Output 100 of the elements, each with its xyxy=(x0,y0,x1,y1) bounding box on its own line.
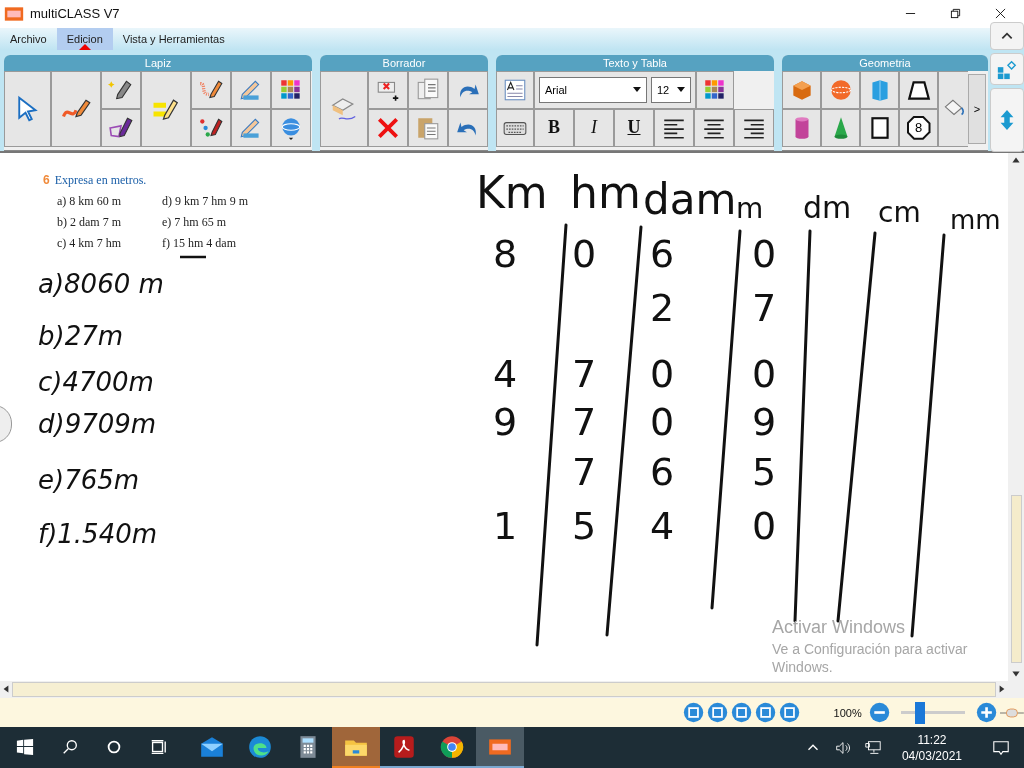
handwritten-answer: d)9709m xyxy=(38,410,157,437)
magic-pen-button[interactable] xyxy=(101,70,141,109)
resize-button[interactable] xyxy=(990,87,1024,152)
exercise-number: 6 xyxy=(43,172,50,188)
align-right-button[interactable] xyxy=(734,108,774,147)
dotted-pen-button[interactable] xyxy=(191,70,231,109)
handwritten-digit: 8 xyxy=(493,234,518,273)
clock-time: 11:22 xyxy=(917,731,947,748)
group-title: Borrador xyxy=(320,54,488,71)
handwritten-answer: f)1.540m xyxy=(38,520,158,547)
octagon-button[interactable]: 8 xyxy=(899,108,938,147)
font-size-dropdown[interactable]: 12 xyxy=(651,76,691,103)
exercise-item: c) 4 km 7 hm xyxy=(57,234,122,252)
taskbar-app[interactable] xyxy=(476,727,524,768)
menu-tab[interactable]: Vista y Herramientas xyxy=(112,27,235,50)
notification-icon[interactable] xyxy=(992,738,1010,757)
scrollbar-thumb[interactable] xyxy=(1010,494,1022,663)
slider-thumb[interactable] xyxy=(915,701,926,724)
network-icon[interactable] xyxy=(863,738,882,757)
cube-button[interactable] xyxy=(782,70,821,109)
polygon-pen-button[interactable] xyxy=(101,108,141,147)
document-icon xyxy=(391,733,417,760)
scroll-right-button[interactable]: > xyxy=(968,73,986,144)
exercise-title: Expresa en metros. xyxy=(54,172,147,188)
handwritten-digit: 0 xyxy=(572,234,597,273)
handwritten-answer: e)765m xyxy=(38,466,140,493)
menu-tab[interactable]: Edicion xyxy=(56,27,113,50)
exercise-item: b) 2 dam 7 m xyxy=(57,213,122,231)
undo-button[interactable] xyxy=(448,108,488,147)
group-title: Geometria xyxy=(782,54,988,71)
underline-button[interactable]: U xyxy=(614,108,654,147)
column-heading: m xyxy=(736,194,764,223)
column-heading: mm xyxy=(950,206,1001,233)
paste-button[interactable] xyxy=(408,108,448,147)
vertical-scrollbar[interactable] xyxy=(1008,152,1024,681)
clock-date: 04/03/2021 xyxy=(901,747,962,764)
rectangle-button[interactable] xyxy=(860,108,899,147)
text-box-button[interactable] xyxy=(496,70,534,109)
redo-button[interactable] xyxy=(448,70,488,109)
column-heading: Km xyxy=(476,170,548,215)
handwritten-digit: 7 xyxy=(572,354,597,393)
zoom-out-icon[interactable] xyxy=(868,701,890,725)
handwritten-digit: 9 xyxy=(493,402,518,441)
exercise-item: d) 9 km 7 hm 9 m xyxy=(162,192,249,210)
menu-tab[interactable]: Archivo xyxy=(0,27,57,50)
handwritten-digit: 2 xyxy=(650,288,675,327)
column-heading: hm xyxy=(570,170,641,215)
color-picker-button[interactable] xyxy=(271,70,311,109)
exercise-item: e) 7 hm 65 m xyxy=(162,213,227,231)
layout-button[interactable] xyxy=(990,52,1024,85)
trapezoid-button[interactable] xyxy=(899,70,938,109)
italic-button[interactable]: I xyxy=(574,108,614,147)
zoom-reading: 100% xyxy=(833,706,862,719)
handwritten-answer: c)4700m xyxy=(38,368,154,395)
restore-icon[interactable] xyxy=(950,8,961,20)
letters-pen-button[interactable] xyxy=(191,108,231,147)
handwritten-digit: 5 xyxy=(572,506,597,545)
cylinder-button[interactable] xyxy=(782,108,821,147)
handwritten-digit: 5 xyxy=(752,452,777,491)
handwritten-digit: 7 xyxy=(572,402,597,441)
bold-button[interactable]: B xyxy=(534,108,574,147)
handwritten-answer: a)8060 m xyxy=(38,270,164,297)
copy-button[interactable] xyxy=(408,70,448,109)
activation-title: Activar Windows xyxy=(772,616,907,638)
pen-stroke xyxy=(180,255,206,259)
group-title: Texto y Tabla xyxy=(496,54,774,71)
taskbar-clock[interactable]: 11:22 04/03/2021 xyxy=(893,731,970,764)
handwritten-digit: 0 xyxy=(752,354,777,393)
eraser-button[interactable] xyxy=(320,70,368,147)
handwritten-digit: 0 xyxy=(752,506,777,545)
delete-button[interactable] xyxy=(368,108,408,147)
zoom-in-icon[interactable] xyxy=(976,701,998,725)
handwritten-digit: 9 xyxy=(752,402,777,441)
handwritten-answer: b)27m xyxy=(38,322,124,349)
handwritten-digit: 7 xyxy=(572,452,597,491)
view-tool-icon[interactable] xyxy=(755,701,777,725)
swirl-globe-icon xyxy=(247,733,273,760)
activation-text: Ve a Configuración para activar Windows. xyxy=(772,639,969,676)
column-heading: dm xyxy=(803,192,852,223)
handwritten-digit: 6 xyxy=(650,452,675,491)
close-icon[interactable] xyxy=(995,8,1006,20)
keyboard-button[interactable] xyxy=(496,108,534,147)
view-tool-icon[interactable] xyxy=(779,701,801,725)
view-tool-icon[interactable] xyxy=(731,701,753,725)
handwritten-digit: 0 xyxy=(752,234,777,273)
column-heading: cm xyxy=(878,198,921,227)
pointer-tool-button[interactable] xyxy=(4,70,51,147)
erase-area-button[interactable] xyxy=(368,70,408,109)
view-tool-icon[interactable] xyxy=(683,701,705,725)
align-left-button[interactable] xyxy=(654,108,694,147)
handwritten-digit: 0 xyxy=(650,402,675,441)
font-dropdown[interactable]: Arial xyxy=(539,76,647,103)
view-tool-icon[interactable] xyxy=(707,701,729,725)
globe-button[interactable] xyxy=(271,108,311,147)
column-heading: dam xyxy=(643,178,737,221)
handwritten-digit: 1 xyxy=(493,506,518,545)
handwritten-digit: 4 xyxy=(493,354,518,393)
handwritten-digit: 6 xyxy=(650,234,675,273)
align-center-button[interactable] xyxy=(694,108,734,147)
color-picker-button[interactable] xyxy=(696,70,734,109)
